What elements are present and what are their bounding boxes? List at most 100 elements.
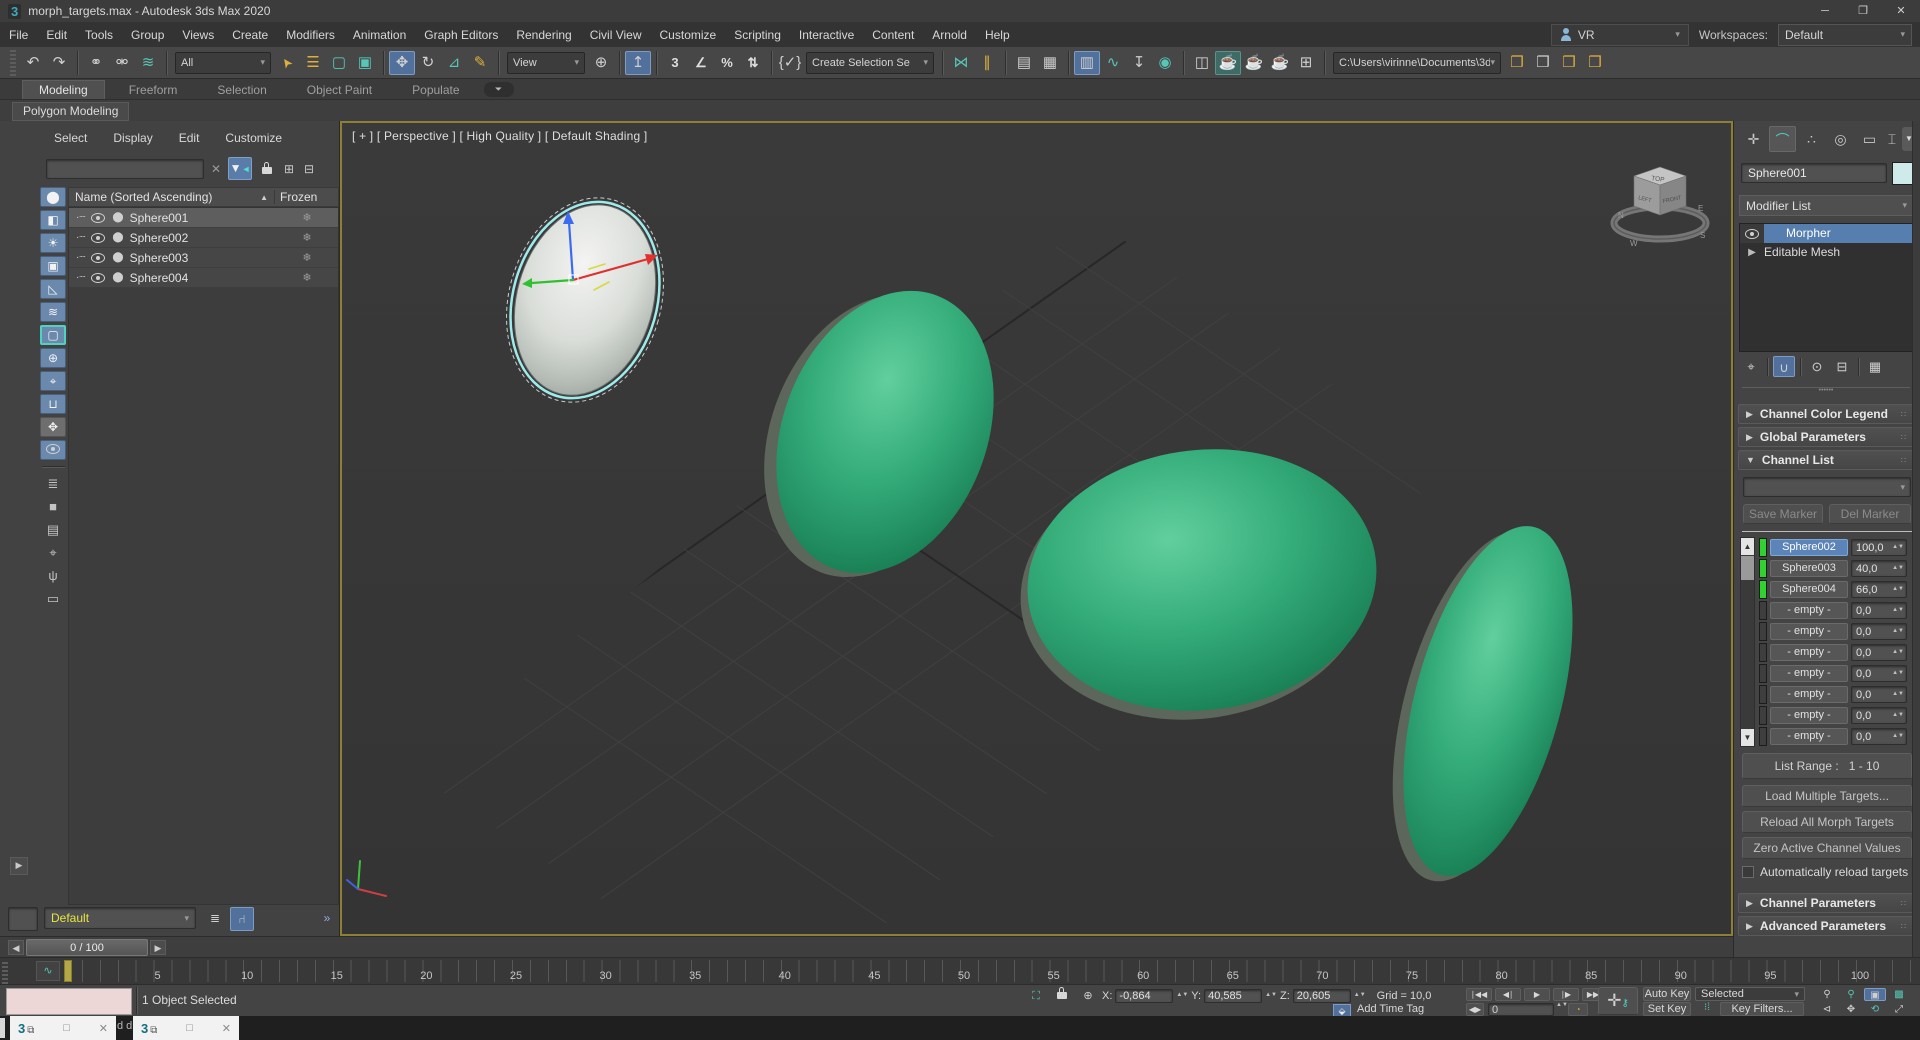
channel-active-bar[interactable] [1759,685,1767,704]
pick-parent-icon[interactable]: ⊞ [280,159,298,179]
channel-target-button[interactable]: - empty - [1770,686,1848,703]
set-key-button[interactable]: Set Key [1643,1002,1691,1016]
visibility-eye-icon[interactable] [91,213,105,223]
percent-snap-icon[interactable]: % [714,51,740,75]
explorer-row-sphere001[interactable]: ·┈⬤Sphere001❄ [69,208,338,228]
align-icon[interactable]: ∥ [974,51,1000,75]
motion-tab-icon[interactable]: ◎ [1827,126,1854,152]
mini-curve-editor-icon[interactable]: ∿ [36,961,60,981]
explorer-object-list[interactable]: ·┈⬤Sphere001❄·┈⬤Sphere002❄·┈⬤Sphere003❄·… [68,207,339,905]
rollout-global-parameters[interactable]: ▶ Global Parameters ∷ [1738,427,1915,447]
channel-value-field[interactable]: 0,0▲▼ [1851,665,1907,682]
edit-named-selection-sets-icon[interactable]: {✓} [777,51,803,75]
zero-active-channel-values-button[interactable]: Zero Active Channel Values [1742,837,1912,859]
explorer-search-input[interactable] [46,159,204,179]
rollout-channel-parameters[interactable]: ▶ Channel Parameters ∷ [1738,893,1915,913]
rendered-frame-window-icon[interactable]: ☕ [1215,51,1241,75]
display-space-warps-icon[interactable]: ≋ [40,302,66,322]
rollout-channel-color-legend[interactable]: ▶ Channel Color Legend ∷ [1738,404,1915,424]
display-layers-icon[interactable]: ≣ [204,907,226,929]
reference-coordinate-dropdown[interactable]: View▾ [507,52,585,74]
display-frozen-icon[interactable]: ✥ [40,417,66,437]
add-time-tag[interactable]: Add Time Tag [1357,1003,1424,1015]
menu-animation[interactable]: Animation [344,24,415,46]
viewport-label[interactable]: [ + ] [ Perspective ] [ High Quality ] [… [352,129,647,143]
restore-window-icon[interactable]: □ [63,1022,70,1034]
project-folder-dropdown[interactable]: C:\Users\virinne\Documents\3dsMax▾ [1333,52,1501,74]
select-by-name-icon[interactable]: ☰ [300,51,326,75]
compass-east-label[interactable]: E [1698,204,1703,213]
render-dot-icon[interactable]: ⬤ [112,232,123,243]
modify-tab-icon[interactable]: ⌒ [1769,126,1796,152]
curve-editor-icon[interactable]: ∿ [1100,51,1126,75]
channel-value-spinner[interactable]: ▲▼ [1892,608,1904,613]
channel-value-field[interactable]: 66,0▲▼ [1851,581,1907,598]
list-view-icon[interactable]: ≣ [40,474,66,494]
channel-value-spinner[interactable]: ▲▼ [1892,587,1904,592]
use-pivot-point-center-icon[interactable]: ⊕ [588,51,614,75]
sphere001-object[interactable] [483,179,686,421]
menu-group[interactable]: Group [122,24,173,46]
perspective-viewport[interactable]: TOP LEFT FRONT N E S W [ + ] [ Perspecti… [340,121,1733,936]
mirror-icon[interactable]: ⋈ [948,51,974,75]
channel-active-bar[interactable] [1759,664,1767,683]
toggle-ribbon-icon[interactable]: ▥ [1074,51,1100,75]
select-and-link-icon[interactable]: ⚭ [83,51,109,75]
redo-icon[interactable]: ↷ [46,51,72,75]
ribbon-config-dropdown[interactable]: ⏷ [484,82,514,97]
pin-stack-icon[interactable]: ⌖ [1740,356,1762,377]
column-name-header[interactable]: Name (Sorted Ascending) [69,190,212,204]
pan-icon[interactable]: ✥ [1840,1003,1862,1016]
menu-edit[interactable]: Edit [37,24,76,46]
channel-value-field[interactable]: 0,0▲▼ [1851,686,1907,703]
render-in-cloud-icon[interactable]: ☕ [1267,51,1293,75]
auto-reload-checkbox[interactable] [1742,866,1754,878]
channel-value-spinner[interactable]: ▲▼ [1892,692,1904,697]
render-dot-icon[interactable]: ⬤ [112,252,123,263]
maximize-button[interactable]: ❐ [1844,0,1882,22]
menu-create[interactable]: Create [223,24,277,46]
explorer-row-sphere002[interactable]: ·┈⬤Sphere002❄ [69,228,338,248]
explorer-row-sphere003[interactable]: ·┈⬤Sphere003❄ [69,248,338,268]
display-helpers-icon[interactable]: ◺ [40,279,66,299]
angle-snap-icon[interactable]: ∠ [688,51,714,75]
time-configuration-icon[interactable]: ◔ [1568,1003,1588,1016]
close-button[interactable]: ✕ [1882,0,1920,22]
project-from-scene-icon[interactable]: ❒ [1556,51,1582,75]
sync-selection-icon[interactable]: ⊟ [300,159,318,179]
filter-selected-icon[interactable]: ▼◄ [228,157,252,180]
stack-item-editable-mesh[interactable]: ▶Editable Mesh [1740,243,1913,262]
display-cameras-icon[interactable]: ▣ [40,256,66,276]
pin-explorer-icon[interactable]: ⌖ [40,543,66,563]
explorer-menu-display[interactable]: Display [103,129,162,147]
channel-target-button[interactable]: Sphere004 [1770,581,1848,598]
snaps-toggle-icon[interactable]: 3 [662,51,688,75]
marker-dropdown[interactable]: ▾ [1743,477,1911,497]
display-hidden-icon[interactable] [40,440,66,460]
render-production-icon[interactable]: ☕ [1241,51,1267,75]
compass-south-label[interactable]: S [1700,231,1705,240]
make-unique-icon[interactable]: ⊙ [1806,356,1828,377]
bind-to-space-warp-icon[interactable]: ≋ [135,51,161,75]
display-shapes-icon[interactable]: ◧ [40,210,66,230]
rectangular-selection-region-icon[interactable]: ▢ [326,51,352,75]
frozen-toggle-icon[interactable]: ❄ [276,271,338,284]
undo-icon[interactable]: ↶ [20,51,46,75]
channel-active-bar[interactable] [1759,538,1767,557]
polygon-modeling-button[interactable]: Polygon Modeling [12,102,129,121]
scroll-thumb[interactable] [1741,556,1754,580]
viewcube[interactable]: TOP LEFT FRONT N E S W [1614,167,1706,248]
rollout-advanced-parameters[interactable]: ▶ Advanced Parameters ∷ [1738,916,1915,936]
select-and-place-icon[interactable]: ✎ [467,51,493,75]
current-frame-marker[interactable] [64,960,72,982]
next-frame-arrow[interactable]: ▶ [150,940,166,955]
time-slider-handle[interactable]: 0 / 100 [26,939,148,956]
previous-frame-button[interactable]: ◀∣ [1495,988,1521,1001]
x-spinner[interactable]: ▲▼ [1176,993,1188,998]
channel-target-button[interactable]: - empty - [1770,728,1848,745]
menu-scripting[interactable]: Scripting [725,24,790,46]
channel-active-bar[interactable] [1759,706,1767,725]
del-marker-button[interactable]: Del Marker [1829,504,1911,524]
branch-view-icon[interactable]: ψ [40,566,66,586]
user-account-dropdown[interactable]: VR ▾ [1551,24,1689,46]
